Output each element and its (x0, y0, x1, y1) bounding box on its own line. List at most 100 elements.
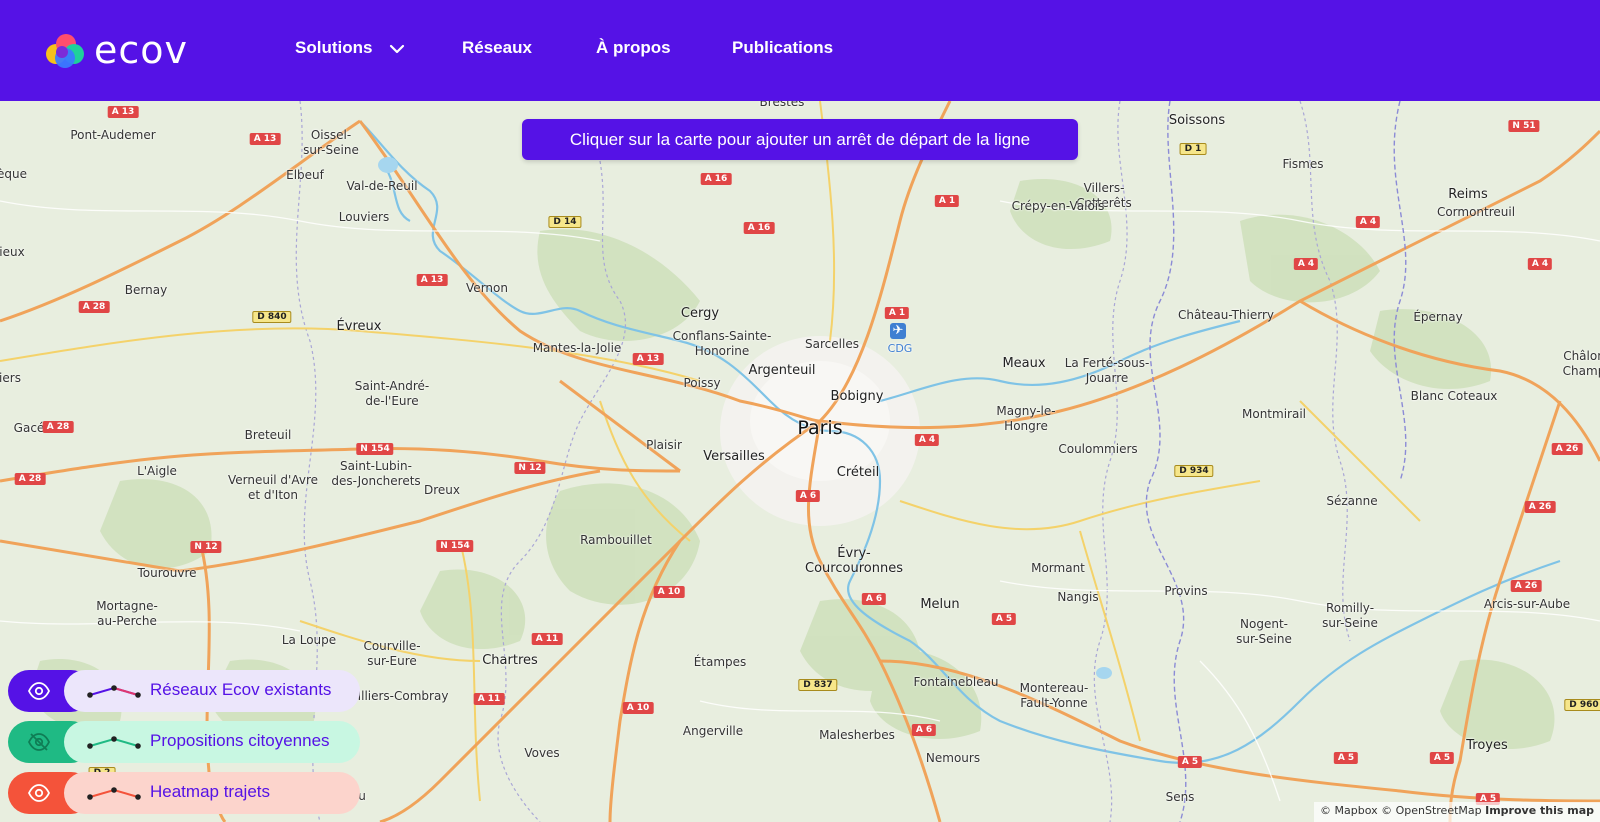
road-shield: A 5 (1177, 756, 1203, 768)
place-label-paris: Paris (797, 417, 843, 439)
top-navigation-bar: ecov Solutions Réseaux À propos Publicat… (0, 0, 1600, 101)
place-label-blanc-coteaux: Blanc Coteaux (1410, 389, 1498, 403)
ecov-logo[interactable]: ecov (42, 28, 192, 72)
road-shield: N 154 (356, 443, 394, 455)
nav-item-solutions[interactable]: Solutions (295, 38, 405, 58)
road-shield: N 12 (514, 462, 546, 474)
place-label-evry: Évry- Courcouronnes (805, 546, 903, 576)
place-label-sarcelles: Sarcelles (805, 337, 859, 351)
road-shield: A 16 (700, 173, 732, 185)
nav-item-label: Réseaux (462, 38, 532, 57)
map-attribution: © Mapbox © OpenStreetMap Improve this ma… (1314, 802, 1600, 822)
place-label-reims: Reims (1448, 187, 1488, 202)
network-line-icon (87, 736, 141, 749)
nav-item-label: Publications (732, 38, 834, 57)
place-label-crepy: Crépy-en-Valois (1011, 199, 1105, 213)
place-label-chateau-thierry: Château-Thierry (1177, 308, 1275, 322)
place-label-romilly: Romilly- sur-Seine (1322, 601, 1378, 630)
place-label-angerville: Angerville (682, 724, 744, 738)
road-shield: A 6 (861, 593, 887, 605)
place-label-plaisir: Plaisir (646, 438, 682, 452)
layer-label-pill[interactable]: Réseaux Ecov existants (64, 670, 360, 712)
place-label-argenteuil: Argenteuil (748, 363, 816, 378)
place-label-nemours: Nemours (925, 751, 981, 765)
place-label-soissons: Soissons (1168, 113, 1226, 128)
road-shield: A 5 (1429, 752, 1455, 764)
eye-icon (28, 784, 50, 802)
nav-item-reseaux[interactable]: Réseaux (462, 38, 532, 58)
place-label-gace: Gacé (13, 421, 45, 435)
place-label-meaux: Meaux (1002, 356, 1046, 371)
road-shield: A 5 (1333, 752, 1359, 764)
layer-label-pill[interactable]: Heatmap trajets (64, 772, 360, 814)
place-label-vernon: Vernon (466, 281, 508, 295)
nav-item-label: À propos (596, 38, 671, 57)
place-label-chartres: Chartres (482, 653, 538, 668)
place-label-lisieux: ieux (0, 245, 25, 259)
road-shield: A 13 (249, 133, 281, 145)
place-label-equeurdreville: èque (0, 167, 27, 181)
road-shield: D 960 (1564, 699, 1600, 711)
place-label-conflans: Conflans-Sainte- Honorine (672, 329, 772, 358)
place-label-epernay: Épernay (1413, 310, 1463, 324)
nav-item-publications[interactable]: Publications (732, 38, 833, 58)
nav-item-a-propos[interactable]: À propos (596, 38, 671, 58)
airport-label: CDG (887, 342, 913, 355)
road-shield: A 5 (991, 613, 1017, 625)
place-label-troyes: Troyes (1466, 738, 1508, 753)
layer-toggle-reseaux-ecov[interactable]: Réseaux Ecov existants (8, 670, 360, 712)
road-shield: A 6 (795, 490, 821, 502)
chevron-down-icon (390, 44, 405, 53)
layer-label-pill[interactable]: Propositions citoyennes (64, 721, 360, 763)
place-label-sezanne: Sézanne (1326, 494, 1378, 508)
place-label-malesherbes: Malesherbes (819, 728, 895, 742)
layer-label: Heatmap trajets (150, 782, 270, 801)
place-label-sens: Sens (1165, 790, 1195, 804)
place-label-etampes: Étampes (693, 655, 747, 669)
road-shield: A 13 (632, 353, 664, 365)
place-label-provins: Provins (1164, 584, 1208, 598)
road-shield: D 840 (252, 311, 292, 323)
road-shield: A 10 (653, 586, 685, 598)
place-label-courville: Courville- sur-Eure (363, 639, 421, 668)
road-shield: A 10 (622, 702, 654, 714)
place-label-bobigny: Bobigny (830, 389, 884, 404)
map-canvas[interactable]: Paris Cergy Argenteuil Bobigny Versailles Cré… (0, 101, 1600, 822)
road-shield: A 4 (1527, 258, 1553, 270)
road-shield: A 4 (914, 434, 940, 446)
place-label-illiers: Illiers-Combray (357, 689, 449, 703)
place-label-creteil: Créteil (836, 465, 880, 480)
road-shield: A 6 (911, 724, 937, 736)
place-label-verneuil: Verneuil d'Avre et d'Iton (227, 473, 319, 502)
place-label-cormontreuil: Cormontreuil (1436, 205, 1516, 219)
place-label-nogent: Nogent- sur-Seine (1236, 617, 1292, 646)
road-shield: A 1 (934, 195, 960, 207)
place-label-pont-audemer: Pont-Audemer (70, 128, 156, 142)
road-shield: N 154 (436, 540, 474, 552)
place-label-evreux: Évreux (336, 319, 382, 334)
place-label-mormant: Mormant (1031, 561, 1085, 575)
place-label-brestes: Brestes (759, 101, 805, 109)
map-base-layer (0, 101, 1600, 822)
place-label-montereau: Montereau- Fault-Yonne (1019, 681, 1089, 710)
place-label-magny: Magny-le- Hongre (996, 404, 1056, 433)
place-label-mantes: Mantes-la-Jolie (532, 341, 622, 355)
layer-toggle-propositions-citoyennes[interactable]: Propositions citoyennes (8, 721, 360, 763)
place-label-montmirail: Montmirail (1242, 407, 1306, 421)
nav-item-label: Solutions (295, 38, 373, 57)
logo-dots-icon (46, 34, 84, 68)
road-shield: D 837 (798, 679, 838, 691)
improve-map-link[interactable]: Improve this map (1485, 804, 1594, 817)
place-label-oissel: Oissel- sur-Seine (303, 128, 359, 157)
layer-toggle-heatmap-trajets[interactable]: Heatmap trajets (8, 772, 360, 814)
place-label-saint-lubin: Saint-Lubin- des-Joncherets (331, 459, 421, 488)
place-label-iers: iers (0, 371, 21, 385)
eye-off-icon (28, 733, 50, 751)
layer-label: Propositions citoyennes (150, 731, 330, 750)
place-label-fontainebleau: Fontainebleau (913, 675, 999, 689)
layer-label: Réseaux Ecov existants (150, 680, 332, 699)
place-label-fismes: Fismes (1282, 157, 1324, 171)
road-shield: A 28 (78, 301, 110, 313)
place-label-rambouillet: Rambouillet (580, 533, 652, 547)
place-label-dreux: Dreux (424, 483, 460, 497)
